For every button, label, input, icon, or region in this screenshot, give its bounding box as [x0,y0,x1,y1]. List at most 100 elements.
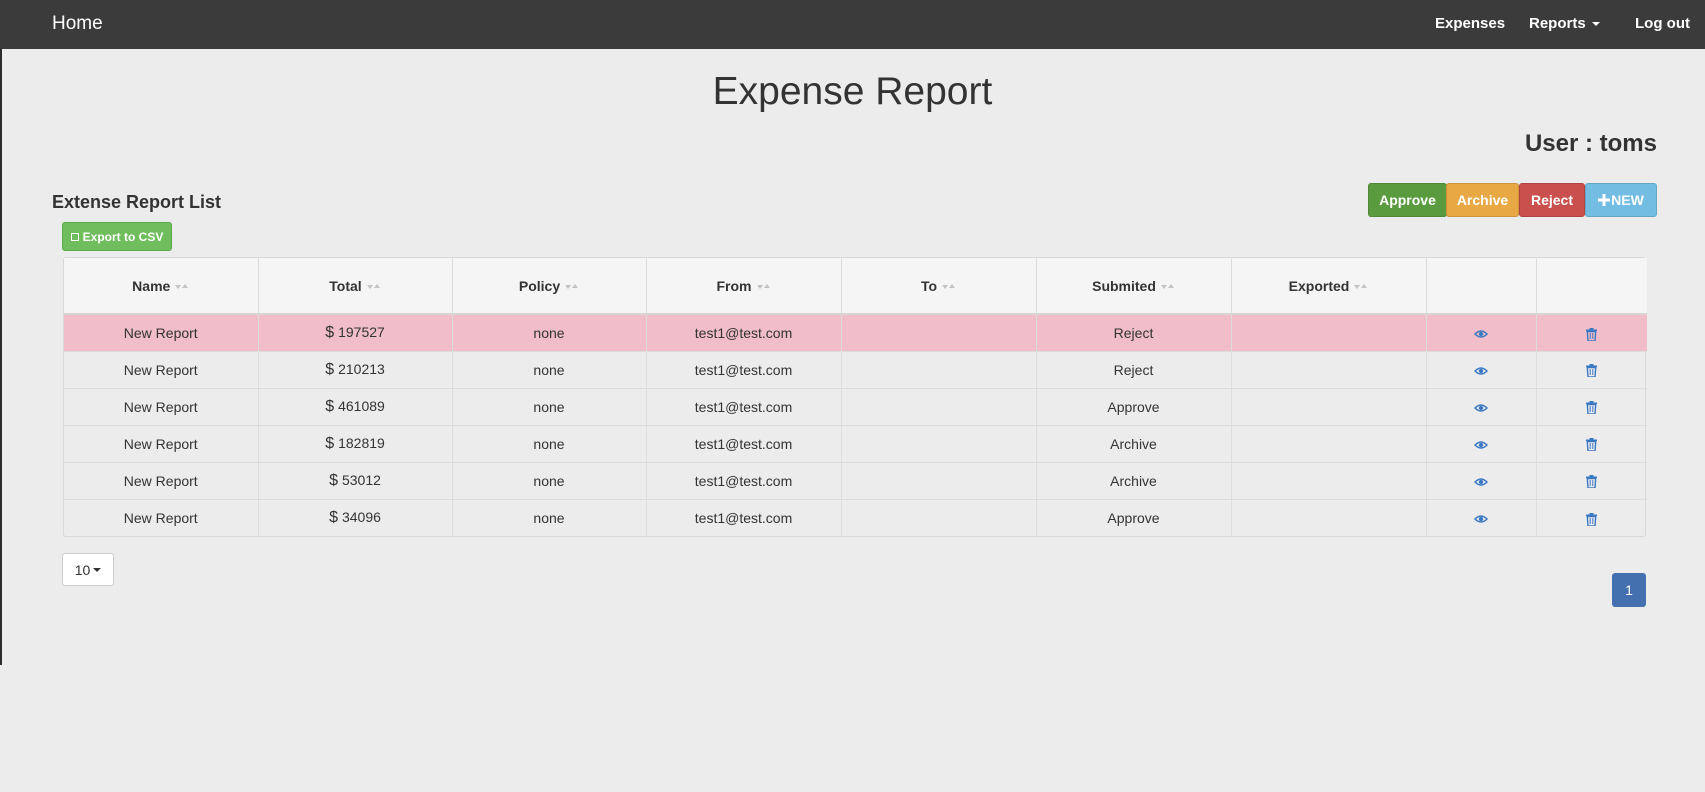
export-icon [70,232,79,241]
cell-view [1426,351,1537,389]
cell-to [841,499,1037,536]
currency-symbol: $ [329,508,338,526]
nav-home-link[interactable]: Home [52,13,103,35]
eye-icon[interactable] [1474,403,1488,413]
currency-symbol: $ [325,397,335,415]
user-label: User : toms [1524,130,1657,157]
cell-from: test1@test.com [646,314,842,352]
cell-exported [1231,499,1427,536]
cell-view [1426,314,1537,352]
cell-from: test1@test.com [646,499,842,536]
cell-total: $210213 [258,351,453,389]
table-row[interactable]: New Report $210213 none test1@test.com Rejec… [64,351,1647,389]
nav-expenses-link[interactable]: Expenses [1435,15,1505,32]
table-row[interactable]: New Report $34096 none test1@test.com Approv… [64,499,1647,536]
sort-icon [175,283,189,291]
cell-delete [1536,314,1647,352]
eye-icon[interactable] [1474,366,1488,376]
cell-view [1426,425,1537,463]
table-body: New Report $197527 none test1@test.com Rejec… [64,314,1647,536]
column-header-from[interactable]: From [646,258,842,315]
cell-name: New Report [64,462,259,500]
trash-icon[interactable] [1586,475,1598,489]
eye-icon[interactable] [1474,514,1488,524]
approve-button[interactable]: Approve [1368,183,1447,217]
eye-icon[interactable] [1474,477,1488,487]
column-header-total[interactable]: Total [258,258,453,315]
reject-button[interactable]: Reject [1519,183,1585,217]
cell-submitted: Reject [1036,314,1232,352]
nav-reports-label: Reports [1529,15,1586,32]
table-row[interactable]: New Report $182819 none test1@test.com Archi… [64,425,1647,463]
column-header-policy[interactable]: Policy [452,258,647,315]
total-value: 210213 [338,360,385,377]
cell-to [841,425,1037,463]
cell-to [841,462,1037,500]
currency-symbol: $ [325,360,335,378]
cell-to [841,388,1037,426]
cell-from: test1@test.com [646,351,842,389]
cell-policy: none [452,314,647,352]
cell-submitted: Approve [1036,388,1232,426]
cell-total: $197527 [258,314,453,352]
approve-button-label: Approve [1379,192,1436,208]
trash-icon[interactable] [1586,438,1598,452]
currency-symbol: $ [325,434,335,452]
trash-icon[interactable] [1586,401,1598,415]
total-value: 182819 [338,434,385,451]
total-value: 53012 [341,471,381,488]
cell-delete [1536,425,1647,463]
trash-icon[interactable] [1586,364,1598,378]
page-button-1[interactable]: 1 [1612,573,1646,607]
archive-button-label: Archive [1456,192,1509,208]
page-title: Expense Report [712,70,993,113]
cell-exported [1231,314,1427,352]
cell-policy: none [452,499,647,536]
sort-icon [942,283,956,291]
table-row[interactable]: New Report $461089 none test1@test.com Appro… [64,388,1647,426]
cell-total: $53012 [258,462,453,500]
cell-name: New Report [64,388,259,426]
column-header-name[interactable]: Name [64,258,259,315]
column-header-delete [1536,258,1647,315]
cell-total: $34096 [258,499,453,536]
cell-from: test1@test.com [646,462,842,500]
column-header-exported[interactable]: Exported [1231,258,1427,315]
nav-reports-dropdown[interactable]: Reports [1529,15,1600,32]
cell-view [1426,499,1537,536]
chevron-down-icon [1591,22,1600,27]
cell-name: New Report [64,351,259,389]
new-button[interactable]: NEW [1585,183,1657,217]
cell-total: $182819 [258,425,453,463]
column-header-submitted[interactable]: Submited [1036,258,1232,315]
currency-symbol: $ [329,471,338,489]
cell-delete [1536,388,1647,426]
sort-icon [1160,283,1175,291]
eye-icon[interactable] [1474,440,1488,450]
cell-name: New Report [64,425,259,463]
page-size-dropdown[interactable]: 10 [62,553,114,586]
reject-button-label: Reject [1530,192,1574,208]
page-size-value: 10 [74,561,91,578]
trash-icon[interactable] [1586,512,1598,526]
cell-policy: none [452,351,647,389]
export-csv-button[interactable]: Export to CSV [62,222,172,251]
total-value: 197527 [338,323,385,340]
table-header-row: Name Total Policy From To Submited Expor… [64,258,1647,315]
trash-icon[interactable] [1586,327,1598,341]
cell-from: test1@test.com [646,425,842,463]
sort-icon [565,283,579,291]
cell-name: New Report [64,314,259,352]
table-row[interactable]: New Report $53012 none test1@test.com Archiv… [64,462,1647,500]
eye-icon[interactable] [1474,329,1488,339]
export-csv-label: Export to CSV [82,229,164,244]
cell-policy: none [452,388,647,426]
archive-button[interactable]: Archive [1446,183,1519,217]
column-header-to[interactable]: To [841,258,1037,315]
table-row[interactable]: New Report $197527 none test1@test.com Rejec… [64,314,1647,352]
sort-icon [756,283,771,291]
cell-to [841,351,1037,389]
nav-logout-link[interactable]: Log out [1635,15,1690,32]
cell-policy: none [452,462,647,500]
navbar: Home Expenses Reports Log out [0,0,1705,49]
